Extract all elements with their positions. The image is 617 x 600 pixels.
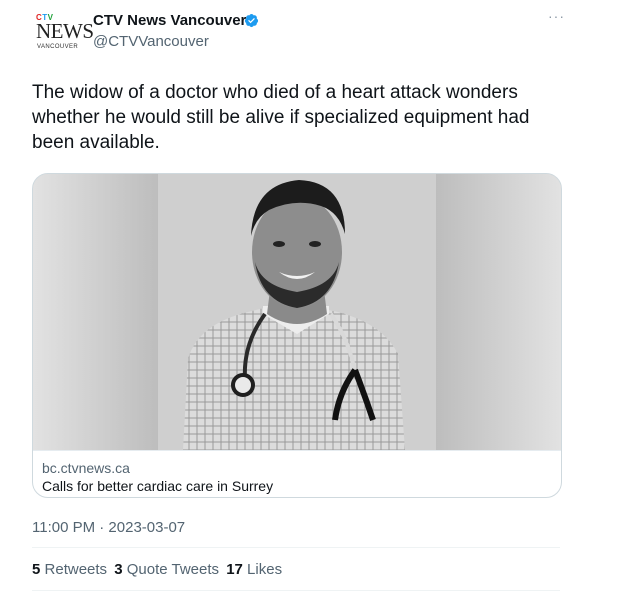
avatar-logo-sub: VANCOUVER [37,44,79,50]
retweets-label: Retweets [44,561,108,578]
divider [32,590,560,591]
retweets-stat[interactable]: 5 Retweets [32,561,107,578]
link-card-image[interactable] [33,174,561,450]
link-card-footer[interactable]: bc.ctvnews.ca Calls for better cardiac c… [33,450,561,497]
link-card[interactable]: bc.ctvnews.ca Calls for better cardiac c… [32,173,562,498]
portrait-photo [33,174,561,450]
account-handle[interactable]: @CTVVancouver [93,32,209,52]
account-avatar[interactable]: CTV NEWS VANCOUVER [32,13,94,62]
engagement-stats: 5 Retweets 3 Quote Tweets 17 Likes [32,561,282,578]
more-dots-icon[interactable]: ··· [548,8,565,24]
likes-label: Likes [247,561,283,578]
link-card-title[interactable]: Calls for better cardiac care in Surrey [42,477,273,495]
likes-count: 17 [226,561,243,578]
verified-badge-icon [244,13,259,28]
quotes-label: Quote Tweets [126,561,220,578]
account-display-name[interactable]: CTV News Vancouver [93,11,246,31]
likes-stat[interactable]: 17 Likes [226,561,282,578]
tweet-text: The widow of a doctor who died of a hear… [32,82,530,153]
avatar-logo-main: NEWS [36,19,94,43]
divider [32,547,560,548]
quote-tweets-stat[interactable]: 3 Quote Tweets [114,561,219,578]
tweet-timestamp[interactable]: 11:00 PM · 2023-03-07 [32,519,185,536]
retweets-count: 5 [32,561,41,578]
link-card-domain: bc.ctvnews.ca [42,460,130,476]
quotes-count: 3 [114,561,123,578]
